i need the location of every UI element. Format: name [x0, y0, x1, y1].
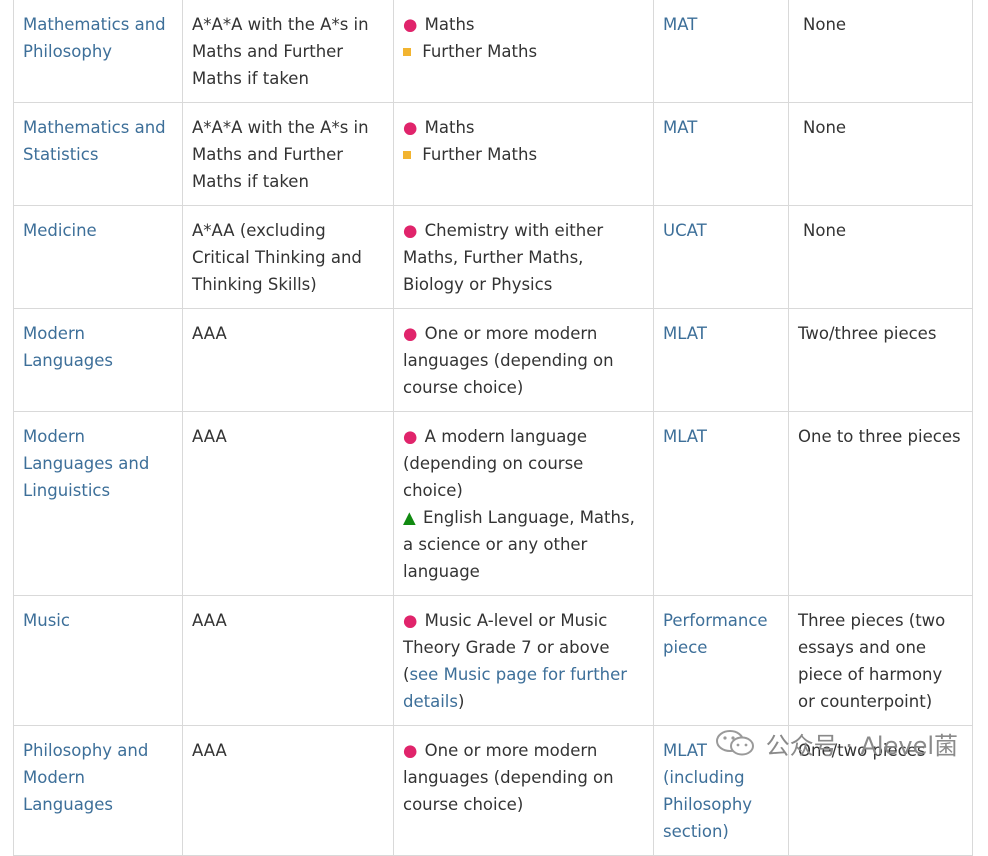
course-cell: Philosophy and Modern Languages [13, 725, 183, 856]
course-cell: Mathematics and Philosophy [13, 0, 183, 103]
subject-text: Maths [424, 15, 475, 34]
subjects-cell: ● Maths Further Maths [393, 102, 654, 206]
subject-text: One or more modern languages (depending … [403, 324, 614, 397]
written-work-cell: Two/three pieces [788, 308, 973, 412]
grades-cell: AAA [182, 411, 394, 596]
grades-cell: AAA [182, 725, 394, 856]
subject-text-after: ) [457, 692, 465, 711]
course-link[interactable]: Mathematics and Philosophy [23, 15, 166, 61]
test-link[interactable]: MAT [663, 15, 697, 34]
course-link[interactable]: Medicine [23, 221, 97, 240]
watermark-text: 公众号 · Alevel菌 [765, 731, 958, 760]
triangle-bullet-icon: ▲ [403, 508, 416, 527]
subject-item: ▲ English Language, Maths, a science or … [403, 504, 644, 585]
course-link[interactable]: Music [23, 611, 70, 630]
subject-item: Further Maths [403, 38, 644, 65]
test-link[interactable]: UCAT [663, 221, 707, 240]
subject-item: ● One or more modern languages (dependin… [403, 737, 644, 818]
dot-bullet-icon: ● [403, 118, 418, 137]
subjects-cell: ● A modern language (depending on course… [393, 411, 654, 596]
table-row: Modern Languages AAA ● One or more modern … [13, 308, 973, 412]
square-bullet-icon [403, 48, 411, 56]
course-cell: Modern Languages and Linguistics [13, 411, 183, 596]
subject-item: ● Music A-level or Music Theory Grade 7 … [403, 607, 644, 715]
subject-text: Maths [424, 118, 475, 137]
subject-item: ● Maths [403, 114, 644, 141]
subjects-cell: ● Chemistry with either Maths, Further M… [393, 205, 654, 309]
course-link[interactable]: Modern Languages [23, 324, 113, 370]
test-link[interactable]: MAT [663, 118, 697, 137]
subjects-cell: ● Maths Further Maths [393, 0, 654, 103]
test-link[interactable]: MLAT [663, 427, 707, 446]
subject-text: Further Maths [422, 145, 538, 164]
dot-bullet-icon: ● [403, 611, 418, 630]
subject-text: One or more modern languages (depending … [403, 741, 614, 814]
subject-item: ● Chemistry with either Maths, Further M… [403, 217, 644, 298]
wechat-icon [715, 730, 754, 756]
test-cell: MAT [653, 102, 789, 206]
written-work-cell: Three pieces (two essays and one piece o… [788, 595, 973, 726]
grades-cell: A*A*A with the A*s in Maths and Further … [182, 102, 394, 206]
subject-text: English Language, Maths, a science or an… [403, 508, 635, 581]
grades-cell: AAA [182, 308, 394, 412]
dot-bullet-icon: ● [403, 427, 418, 446]
test-link[interactable]: MLAT [663, 324, 707, 343]
course-link[interactable]: Modern Languages and Linguistics [23, 427, 149, 500]
written-work-cell: None [788, 102, 973, 206]
subjects-cell: ● Music A-level or Music Theory Grade 7 … [393, 595, 654, 726]
subject-item: Further Maths [403, 141, 644, 168]
test-cell: MAT [653, 0, 789, 103]
course-cell: Medicine [13, 205, 183, 309]
subjects-cell: ● One or more modern languages (dependin… [393, 308, 654, 412]
watermark: 公众号 · Alevel菌 [714, 726, 958, 760]
subject-item: ● One or more modern languages (dependin… [403, 320, 644, 401]
dot-bullet-icon: ● [403, 221, 418, 240]
course-link[interactable]: Philosophy and Modern Languages [23, 741, 148, 814]
grades-cell: AAA [182, 595, 394, 726]
grades-cell: A*A*A with the A*s in Maths and Further … [182, 0, 394, 103]
table-row: Medicine A*AA (excluding Critical Thinkin… [13, 205, 973, 309]
grades-cell: A*AA (excluding Critical Thinking and Th… [182, 205, 394, 309]
course-cell: Mathematics and Statistics [13, 102, 183, 206]
table-row: Music AAA ● Music A-level or Music Theory … [13, 595, 973, 726]
test-cell: Performance piece [653, 595, 789, 726]
subjects-cell: ● One or more modern languages (dependin… [393, 725, 654, 856]
written-work-cell: None [788, 205, 973, 309]
course-cell: Music [13, 595, 183, 726]
course-link[interactable]: Mathematics and Statistics [23, 118, 166, 164]
subject-text: Chemistry with either Maths, Further Mat… [403, 221, 604, 294]
dot-bullet-icon: ● [403, 741, 418, 760]
test-cell: UCAT [653, 205, 789, 309]
subject-text: Further Maths [422, 42, 538, 61]
dot-bullet-icon: ● [403, 15, 418, 34]
subject-text: A modern language (depending on course c… [403, 427, 587, 500]
details-link[interactable]: see Music page for further details [403, 665, 627, 711]
test-cell: MLAT [653, 411, 789, 596]
test-link[interactable]: Performance piece [663, 611, 768, 657]
subject-item: ● A modern language (depending on course… [403, 423, 644, 504]
test-cell: MLAT [653, 308, 789, 412]
written-work-cell: None [788, 0, 973, 103]
written-work-cell: One to three pieces [788, 411, 973, 596]
course-cell: Modern Languages [13, 308, 183, 412]
square-bullet-icon [403, 151, 411, 159]
dot-bullet-icon: ● [403, 324, 418, 343]
table-row: Mathematics and Philosophy A*A*A with the… [13, 0, 973, 103]
subject-item: ● Maths [403, 11, 644, 38]
table-row: Mathematics and Statistics A*A*A with the… [13, 102, 973, 206]
table-row: Modern Languages and Linguistics AAA ● A m… [13, 411, 973, 596]
